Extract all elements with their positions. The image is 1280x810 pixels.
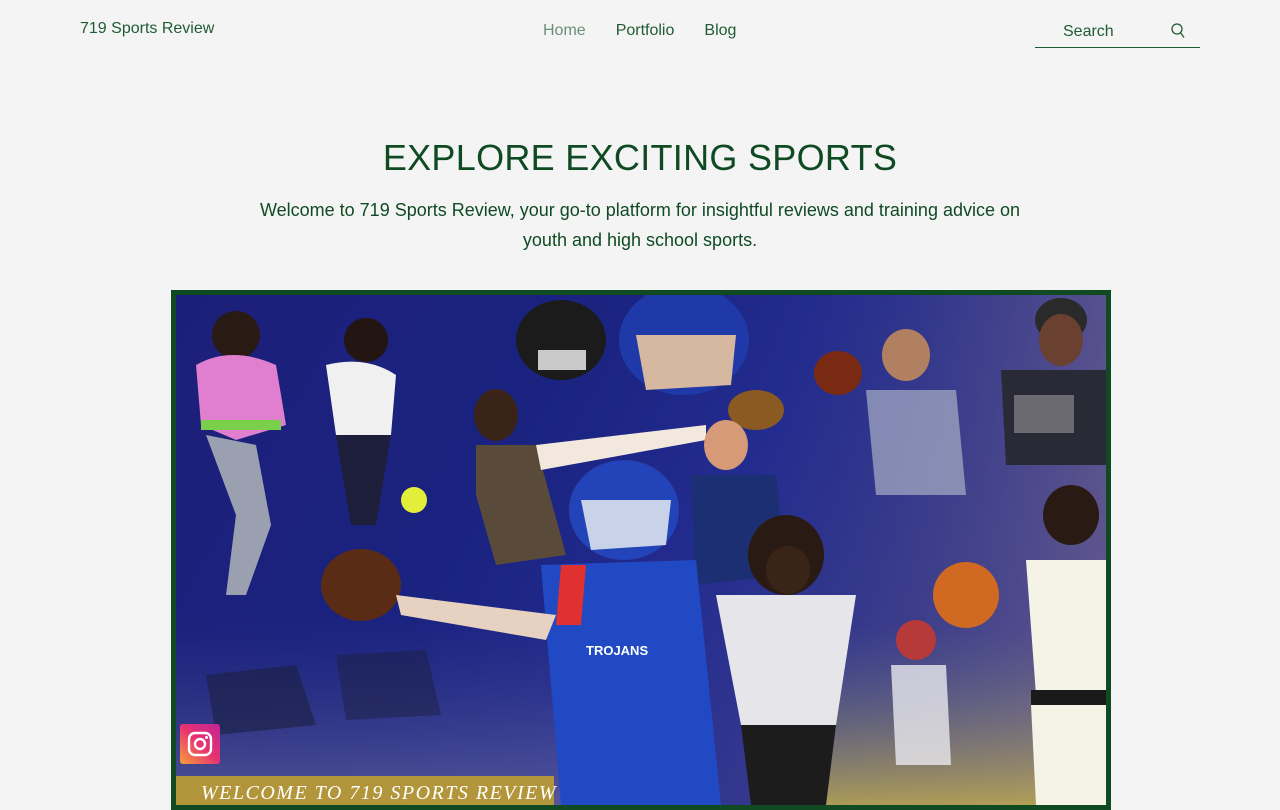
hero-banner-frame: TROJANS WELCOME TO 719 SPORTS REVIEW — [171, 290, 1111, 810]
sports-collage-image: TROJANS WELCOME TO 719 SPORTS REVIEW — [176, 295, 1106, 805]
hero-description: Welcome to 719 Sports Review, your go-to… — [259, 200, 1021, 250]
main-nav: Home Portfolio Blog — [528, 22, 751, 40]
welcome-caption: WELCOME TO 719 SPORTS REVIEW — [176, 776, 556, 805]
search-icon[interactable] — [1171, 23, 1185, 39]
search-input[interactable] — [1063, 22, 1163, 42]
collage-illustration: TROJANS — [176, 295, 1106, 805]
nav-home[interactable]: Home — [528, 22, 601, 40]
instagram-icon[interactable] — [180, 724, 220, 764]
search-box — [1035, 20, 1200, 48]
nav-blog[interactable]: Blog — [689, 22, 751, 40]
site-name-link[interactable]: 719 Sports Review — [80, 20, 214, 38]
hero-title: EXPLORE EXCITING SPORTS — [382, 137, 898, 178]
jersey-text: TROJANS — [586, 643, 648, 658]
instagram-glyph — [187, 731, 213, 757]
nav-portfolio[interactable]: Portfolio — [601, 22, 690, 40]
